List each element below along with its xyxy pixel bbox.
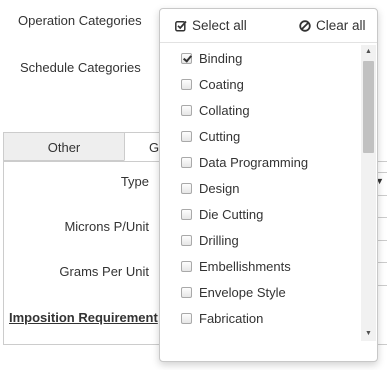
category-option[interactable]: Envelope Style — [160, 280, 360, 306]
category-option[interactable]: Fabrication — [160, 306, 360, 332]
checkbox-check-icon — [175, 20, 187, 35]
category-checkbox[interactable] — [181, 105, 192, 116]
category-checkbox[interactable] — [181, 287, 192, 298]
category-checkbox[interactable] — [181, 313, 192, 324]
category-option[interactable]: Embellishments — [160, 254, 360, 280]
grams-label: Grams Per Unit — [59, 264, 149, 279]
microns-label: Microns P/Unit — [64, 219, 149, 234]
category-checkbox[interactable] — [181, 157, 192, 168]
type-label: Type — [120, 174, 149, 189]
category-option[interactable]: Cutting — [160, 124, 360, 150]
category-option[interactable]: Binding — [160, 46, 360, 72]
category-checkbox[interactable] — [181, 79, 192, 90]
category-option-label: Embellishments — [199, 259, 291, 274]
dropdown-header: Select all Clear all — [160, 9, 377, 43]
category-option[interactable]: Die Cutting — [160, 202, 360, 228]
scroll-up-arrow-icon[interactable]: ▲ — [361, 45, 376, 59]
category-option-label: Binding — [199, 51, 243, 66]
category-option-label: Data Programming — [199, 155, 309, 170]
schedule-categories-label: Schedule Categories — [20, 60, 141, 75]
operation-categories-label: Operation Categories — [18, 13, 142, 28]
scroll-down-arrow-icon[interactable]: ▼ — [361, 327, 376, 341]
operation-categories-dropdown: Select all Clear all Binding Coating Colla… — [159, 8, 378, 362]
tab-other[interactable]: Other — [3, 132, 125, 161]
scroll-thumb[interactable] — [363, 61, 374, 153]
category-option-label: Cutting — [199, 129, 241, 144]
category-option[interactable]: Collating — [160, 98, 360, 124]
category-checkbox[interactable] — [181, 209, 192, 220]
category-checkbox[interactable] — [181, 235, 192, 246]
clear-all-label: Clear all — [316, 18, 366, 33]
category-option-label: Coating — [199, 77, 244, 92]
category-option-label: Collating — [199, 103, 250, 118]
category-option[interactable]: Drilling — [160, 228, 360, 254]
category-option-label: Drilling — [199, 233, 239, 248]
clear-all-button[interactable]: Clear all — [299, 18, 366, 35]
category-options-list: Binding Coating Collating Cutting Data Progr… — [160, 46, 360, 332]
category-option[interactable]: Design — [160, 176, 360, 202]
category-option[interactable]: Coating — [160, 72, 360, 98]
dropdown-scrollbar[interactable]: ▲ ▼ — [361, 45, 376, 341]
category-checkbox[interactable] — [181, 261, 192, 272]
category-option[interactable]: Data Programming — [160, 150, 360, 176]
ban-icon — [299, 20, 311, 35]
category-checkbox[interactable] — [181, 183, 192, 194]
category-option-label: Die Cutting — [199, 207, 264, 222]
imposition-requirement-label: Imposition Requirement — [9, 310, 158, 325]
category-checkbox[interactable] — [181, 131, 192, 142]
category-option-label: Fabrication — [199, 311, 264, 326]
category-checkbox[interactable] — [181, 53, 192, 64]
category-option-label: Envelope Style — [199, 285, 286, 300]
category-option-label: Design — [199, 181, 240, 196]
page: Operation Categories Schedule Categories… — [0, 0, 387, 370]
select-all-label: Select all — [192, 18, 247, 33]
select-all-button[interactable]: Select all — [175, 18, 247, 35]
